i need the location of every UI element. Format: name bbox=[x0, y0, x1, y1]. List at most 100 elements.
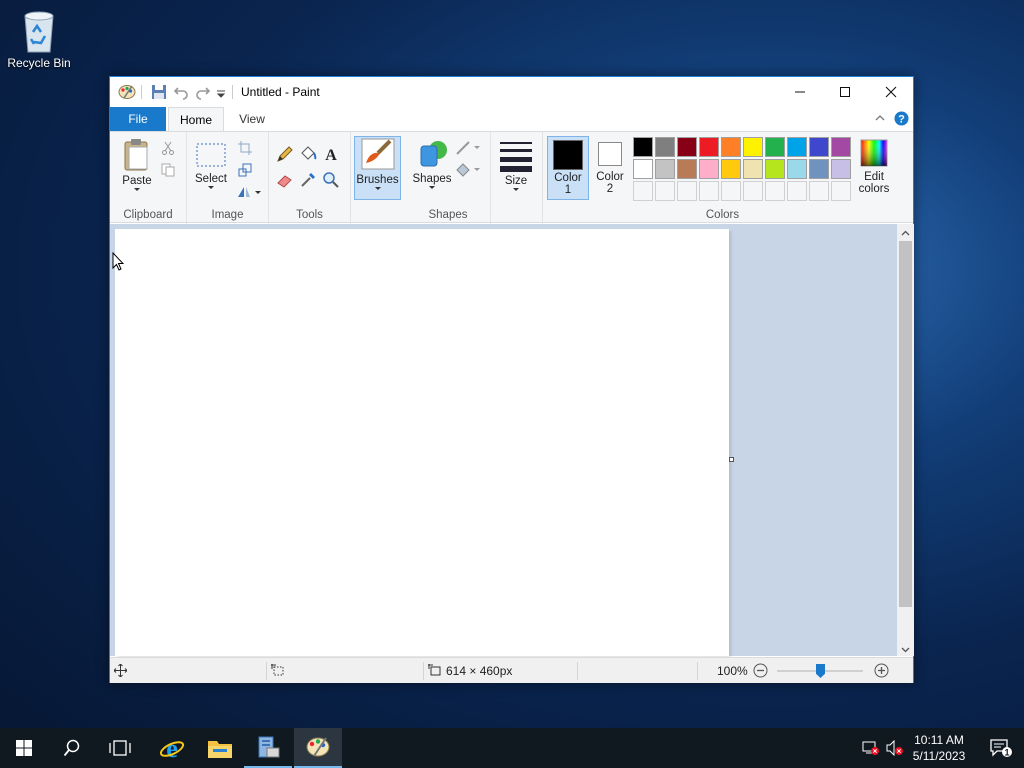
cut-icon[interactable] bbox=[158, 138, 178, 158]
fill-bucket-icon[interactable] bbox=[298, 144, 318, 164]
custom-color-slot[interactable] bbox=[743, 181, 763, 201]
color1-number: 1 bbox=[564, 184, 572, 196]
zoom-out-icon[interactable] bbox=[753, 663, 768, 681]
zoom-in-icon[interactable] bbox=[874, 663, 889, 681]
palette-color-swatch[interactable] bbox=[831, 159, 851, 179]
minimize-button[interactable] bbox=[777, 77, 823, 107]
canvas-area[interactable] bbox=[110, 224, 897, 656]
recycle-bin-icon bbox=[17, 6, 61, 54]
save-icon[interactable] bbox=[151, 84, 167, 100]
outline-icon[interactable] bbox=[454, 138, 482, 158]
palette-color-swatch[interactable] bbox=[743, 159, 763, 179]
shape-fill-icon[interactable] bbox=[454, 160, 482, 180]
custom-color-slot[interactable] bbox=[809, 181, 829, 201]
redo-icon[interactable] bbox=[195, 84, 211, 100]
rotate-icon[interactable] bbox=[235, 182, 263, 202]
zoom-slider-thumb[interactable] bbox=[816, 664, 825, 678]
cursor-position-icon bbox=[113, 663, 128, 680]
task-view-button[interactable] bbox=[96, 728, 144, 768]
taskbar-server-manager[interactable] bbox=[244, 728, 292, 768]
help-icon[interactable]: ? bbox=[894, 111, 909, 129]
network-error-icon[interactable] bbox=[862, 740, 880, 759]
custom-color-slot[interactable] bbox=[633, 181, 653, 201]
tab-file[interactable]: File bbox=[110, 107, 166, 131]
palette-color-swatch[interactable] bbox=[655, 159, 675, 179]
taskbar-file-explorer[interactable] bbox=[196, 728, 244, 768]
close-button[interactable] bbox=[868, 77, 914, 107]
palette-color-swatch[interactable] bbox=[765, 137, 785, 157]
customize-quick-access-icon[interactable] bbox=[216, 88, 226, 104]
shapes-button[interactable]: Shapes bbox=[412, 138, 452, 189]
resize-icon[interactable] bbox=[235, 160, 255, 180]
size-button[interactable]: Size bbox=[497, 140, 535, 191]
taskbar-paint[interactable] bbox=[294, 728, 342, 768]
taskbar: e 10:11 AM 5/11/2023 1 bbox=[0, 728, 1024, 768]
server-manager-icon bbox=[258, 736, 280, 758]
palette-color-swatch[interactable] bbox=[655, 137, 675, 157]
palette-color-swatch[interactable] bbox=[677, 159, 697, 179]
custom-color-slot[interactable] bbox=[831, 181, 851, 201]
palette-color-swatch[interactable] bbox=[809, 137, 829, 157]
brushes-label: Brushes bbox=[356, 174, 399, 186]
custom-color-slot[interactable] bbox=[699, 181, 719, 201]
palette-color-swatch[interactable] bbox=[787, 159, 807, 179]
resize-handle-right[interactable] bbox=[729, 457, 734, 462]
palette-color-swatch[interactable] bbox=[831, 137, 851, 157]
select-label: Select bbox=[195, 173, 227, 185]
zoom-slider[interactable] bbox=[777, 664, 863, 678]
canvas-size-icon bbox=[428, 664, 442, 680]
tab-home[interactable]: Home bbox=[168, 107, 224, 132]
volume-muted-icon[interactable] bbox=[886, 739, 904, 759]
eraser-icon[interactable] bbox=[275, 170, 295, 190]
palette-color-swatch[interactable] bbox=[633, 159, 653, 179]
color1-button[interactable]: Color 1 bbox=[547, 136, 589, 200]
minimize-ribbon-icon[interactable] bbox=[874, 112, 886, 127]
vertical-scrollbar[interactable] bbox=[897, 224, 914, 656]
copy-icon[interactable] bbox=[158, 160, 178, 180]
paint-app-icon[interactable] bbox=[118, 84, 136, 100]
start-button[interactable] bbox=[0, 728, 48, 768]
color-picker-icon[interactable] bbox=[298, 170, 318, 190]
palette-color-swatch[interactable] bbox=[721, 159, 741, 179]
select-button[interactable]: Select bbox=[193, 142, 229, 189]
crop-icon[interactable] bbox=[235, 138, 255, 158]
palette-color-swatch[interactable] bbox=[809, 159, 829, 179]
paste-button[interactable]: Paste bbox=[118, 138, 156, 191]
palette-color-swatch[interactable] bbox=[633, 137, 653, 157]
undo-icon[interactable] bbox=[173, 84, 189, 100]
title-bar[interactable]: Untitled - Paint bbox=[110, 77, 913, 107]
magnifier-icon[interactable] bbox=[321, 170, 341, 190]
scroll-up-icon[interactable] bbox=[901, 227, 910, 241]
scrollbar-thumb[interactable] bbox=[899, 241, 912, 607]
drawing-canvas[interactable] bbox=[115, 229, 729, 656]
recycle-bin[interactable]: Recycle Bin bbox=[4, 6, 74, 70]
custom-color-slot[interactable] bbox=[655, 181, 675, 201]
minimize-icon bbox=[795, 91, 805, 93]
taskbar-internet-explorer[interactable]: e bbox=[148, 728, 196, 768]
text-tool-icon[interactable]: A bbox=[321, 144, 341, 164]
brushes-button[interactable]: Brushes bbox=[354, 136, 401, 200]
palette-color-swatch[interactable] bbox=[743, 137, 763, 157]
custom-color-slot[interactable] bbox=[677, 181, 697, 201]
search-icon bbox=[63, 739, 80, 757]
taskbar-clock[interactable]: 10:11 AM 5/11/2023 bbox=[906, 732, 972, 764]
custom-color-slot[interactable] bbox=[787, 181, 807, 201]
svg-text:e: e bbox=[166, 735, 178, 761]
palette-color-swatch[interactable] bbox=[765, 159, 785, 179]
edit-colors-button[interactable]: Edit colors bbox=[853, 138, 895, 195]
custom-color-slot[interactable] bbox=[765, 181, 785, 201]
palette-color-swatch[interactable] bbox=[699, 159, 719, 179]
color1-swatch bbox=[553, 140, 583, 170]
search-button[interactable] bbox=[48, 728, 96, 768]
tab-view[interactable]: View bbox=[230, 107, 274, 131]
pencil-icon[interactable] bbox=[275, 144, 295, 164]
palette-color-swatch[interactable] bbox=[699, 137, 719, 157]
palette-color-swatch[interactable] bbox=[677, 137, 697, 157]
color2-button[interactable]: Color 2 bbox=[591, 136, 629, 200]
maximize-button[interactable] bbox=[822, 77, 868, 107]
action-center-button[interactable]: 1 bbox=[978, 728, 1024, 768]
custom-color-slot[interactable] bbox=[721, 181, 741, 201]
palette-color-swatch[interactable] bbox=[721, 137, 741, 157]
palette-color-swatch[interactable] bbox=[787, 137, 807, 157]
scroll-down-icon[interactable] bbox=[901, 643, 910, 657]
